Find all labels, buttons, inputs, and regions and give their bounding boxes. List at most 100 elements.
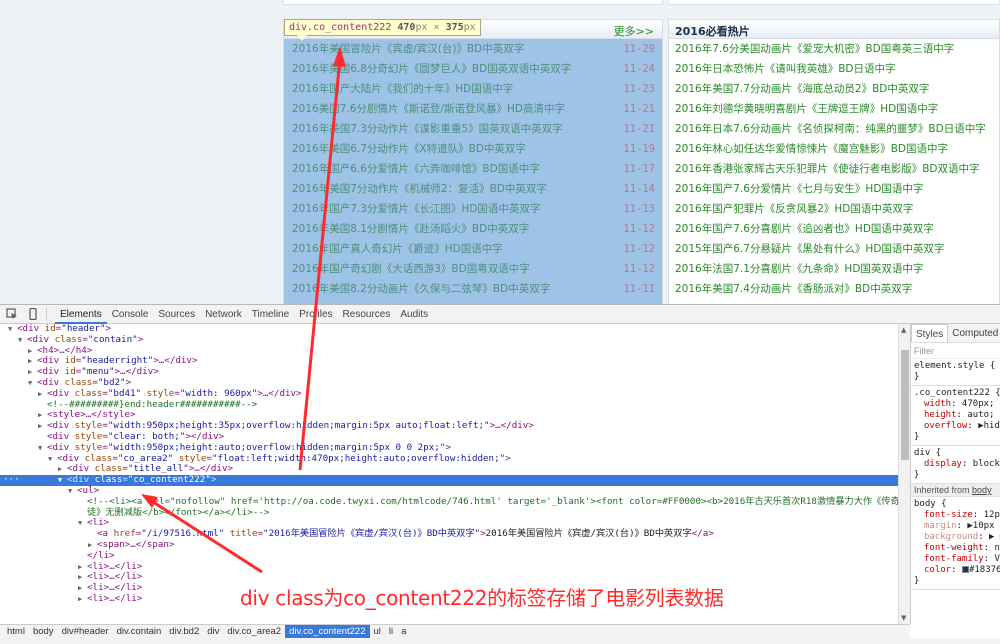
device-mode-icon[interactable] xyxy=(27,307,39,321)
breadcrumb-item[interactable]: div xyxy=(203,625,223,638)
movie-link[interactable]: 2016年国产真人奇幻片《爵迹》HD国语中字 xyxy=(292,243,503,255)
collapse-triangle-icon[interactable]: ▶ xyxy=(78,583,87,594)
hot-movie-link[interactable]: 2016年日本7.6分动画片《名侦探柯南：纯黑的噩梦》BD日语中字 xyxy=(675,123,986,135)
collapse-triangle-icon[interactable]: ▶ xyxy=(78,594,87,605)
tab-network[interactable]: Network xyxy=(200,305,247,324)
breadcrumb-item[interactable]: div.co_content222 xyxy=(285,625,370,638)
style-property[interactable]: font-size: 12px; xyxy=(914,510,1000,521)
hot-movie-link[interactable]: 2015年国产6.7分悬疑片《黑处有什么》HD国语中英双字 xyxy=(675,243,944,255)
collapse-triangle-icon[interactable]: ▶ xyxy=(28,367,37,378)
expand-triangle-icon[interactable]: ▼ xyxy=(48,454,57,465)
expand-triangle-icon[interactable]: ▼ xyxy=(28,378,37,389)
style-property[interactable]: font-family: Verdana; xyxy=(914,554,1000,565)
breadcrumb-item[interactable]: div.co_area2 xyxy=(223,625,285,638)
dom-node[interactable]: ▶ <span>…</span> xyxy=(0,539,898,551)
hot-movie-link[interactable]: 2016年美国7.7分动画片《海底总动员2》BD中英双字 xyxy=(675,83,929,95)
tab-console[interactable]: Console xyxy=(107,305,154,324)
more-link[interactable]: 更多>> xyxy=(614,23,654,39)
hot-movie-link[interactable]: 2016年日本恐怖片《请叫我英雄》BD日语中字 xyxy=(675,63,896,75)
style-property[interactable]: background: ▶ □ ; xyxy=(914,532,1000,543)
hot-movie-link[interactable]: 2016年7.6分美国动画片《爱宠大机密》BD国粤英三语中字 xyxy=(675,43,954,55)
styles-filter-input[interactable]: Filter xyxy=(911,343,1000,359)
style-property[interactable]: font-weight: normal; xyxy=(914,543,1000,554)
hot-movie-link[interactable]: 2016年法国7.1分喜剧片《九条命》HD国英双语中字 xyxy=(675,263,923,275)
dom-node[interactable]: ▼ <div class="contain"> xyxy=(0,334,898,346)
tab-profiles[interactable]: Profiles xyxy=(294,305,337,324)
color-swatch-icon[interactable] xyxy=(961,566,969,573)
style-property[interactable]: margin: ▶10px 0; xyxy=(914,521,1000,532)
hot-movie-link[interactable]: 2016年林心如任达华爱情惊悚片《魔宫魅影》BD国语中字 xyxy=(675,143,948,155)
breadcrumb-item[interactable]: li xyxy=(385,625,397,638)
tab-computed[interactable]: Computed xyxy=(948,324,1000,342)
dom-token: "width:950px;height:35px;overflow:hidden… xyxy=(107,420,490,432)
breadcrumb-item[interactable]: a xyxy=(397,625,410,638)
hot-movie-link[interactable]: 2016年国产7.6分爱情片《七月与安生》HD国语中字 xyxy=(675,183,923,195)
collapse-triangle-icon[interactable]: ▶ xyxy=(28,346,37,357)
tab-elements[interactable]: Elements xyxy=(55,305,107,324)
movie-link[interactable]: 2016年国产大陆片《我们的十年》HD国语中字 xyxy=(292,83,513,95)
breadcrumb-item[interactable]: ul xyxy=(370,625,385,638)
breadcrumb-item[interactable]: html xyxy=(3,625,29,638)
movie-link[interactable]: 2016年国产奇幻剧《大话西游3》BD国粤双语中字 xyxy=(292,263,530,275)
tab-resources[interactable]: Resources xyxy=(338,305,396,324)
expand-triangle-icon[interactable]: ▼ xyxy=(58,475,67,486)
scroll-down-icon[interactable]: ▼ xyxy=(901,614,906,622)
movie-link[interactable]: 2016年美国6.7分动作片《X特遣队》BD中英双字 xyxy=(292,143,526,155)
inherited-from-link[interactable]: body xyxy=(972,485,992,495)
property-value: : ▶hidden; xyxy=(967,421,1000,431)
breadcrumb-item[interactable]: div#header xyxy=(58,625,113,638)
hot-movie-link[interactable]: 2016年国产7.6分喜剧片《追凶者也》HD国语中英双字 xyxy=(675,223,934,235)
movie-link[interactable]: 2016美国7.6分剧情片《斯诺登/斯诺登风暴》HD高清中字 xyxy=(292,103,565,115)
expand-triangle-icon[interactable]: ▼ xyxy=(78,518,87,529)
dom-node-selected[interactable]: ··· ▼ <div class="co_content222"> xyxy=(0,474,898,486)
collapse-triangle-icon[interactable]: ▶ xyxy=(38,389,47,400)
hot-movie-link[interactable]: 2016年香港张家辉古天乐犯罪片《使徒行者电影版》BD双语中字 xyxy=(675,163,980,175)
collapse-triangle-icon[interactable]: ▶ xyxy=(28,356,37,367)
inspect-element-icon[interactable] xyxy=(6,308,18,320)
expand-triangle-icon[interactable]: ▼ xyxy=(38,443,47,454)
expand-triangle-icon[interactable]: ▼ xyxy=(18,335,27,346)
separator: : xyxy=(978,532,990,542)
breadcrumb-item[interactable]: div.bd2 xyxy=(165,625,203,638)
collapse-triangle-icon[interactable]: ▶ xyxy=(38,410,47,421)
movie-link[interactable]: 2016年美国6.8分奇幻片《圆梦巨人》BD国英双语中英双字 xyxy=(292,63,571,75)
style-property[interactable]: width: 470px; xyxy=(914,399,997,410)
hot-movie-link[interactable]: 2016年美国7.4分动画片《香肠派对》BD中英双字 xyxy=(675,283,912,295)
dom-node[interactable]: ▶ <div id="menu">…</div> xyxy=(0,366,898,378)
movie-date: 11-21 xyxy=(623,123,655,135)
movie-link[interactable]: 2016年国产7.3分爱情片《长江图》HD国语中英双字 xyxy=(292,203,540,215)
collapse-triangle-icon[interactable]: ▶ xyxy=(38,421,47,432)
collapse-triangle-icon[interactable]: ▶ xyxy=(58,464,67,475)
tab-styles[interactable]: Styles xyxy=(911,324,949,342)
breadcrumb-item[interactable]: body xyxy=(29,625,58,638)
style-property[interactable]: color: #183768; xyxy=(914,565,1000,576)
more-icon[interactable]: ··· xyxy=(3,474,20,486)
hot-movie-link[interactable]: 2016年刘德华黄晓明喜剧片《王牌逗王牌》HD国语中字 xyxy=(675,103,938,115)
hot-movie-link[interactable]: 2016年国产犯罪片《反贪风暴2》HD国语中英双字 xyxy=(675,203,913,215)
property-value: ▶ □ ; xyxy=(989,532,1000,542)
style-property[interactable]: overflow: ▶hidden; xyxy=(914,421,1000,432)
collapse-triangle-icon[interactable]: ▶ xyxy=(78,572,87,583)
movie-link[interactable]: 2016年美国冒险片《宾虚/宾汉(台)》BD中英双字 xyxy=(292,43,524,55)
movie-link[interactable]: 2016年美国8.2分动画片《久保与二弦琴》BD中英双字 xyxy=(292,283,550,295)
elements-scrollbar[interactable]: ▲ ▼ xyxy=(898,324,910,624)
movie-link[interactable]: 2016年美国7分动作片《机械师2：复活》BD中英双字 xyxy=(292,183,547,195)
style-property[interactable]: height: auto; xyxy=(914,410,997,421)
list-item: 2016年美国7分动作片《机械师2：复活》BD中英双字 11-14 xyxy=(284,179,662,199)
movie-link[interactable]: 2016年国产6.6分爱情片《六弄咖啡馆》BD国语中字 xyxy=(292,163,540,175)
scrollbar-thumb[interactable] xyxy=(901,350,909,460)
scroll-up-icon[interactable]: ▲ xyxy=(901,326,906,334)
dom-node[interactable]: 徒》无删减版</b></font></a></li>--> xyxy=(0,507,898,519)
panel-title: 2016必看热片 xyxy=(675,25,750,38)
expand-triangle-icon[interactable]: ▼ xyxy=(68,486,77,497)
collapse-triangle-icon[interactable]: ▶ xyxy=(78,562,87,573)
breadcrumb-item[interactable]: div.contain xyxy=(113,625,166,638)
movie-link[interactable]: 2016年美国7.3分动作片《谍影重重5》国英双语中英双字 xyxy=(292,123,563,135)
style-property[interactable]: display: block; xyxy=(914,459,1000,470)
tab-sources[interactable]: Sources xyxy=(153,305,200,324)
tab-timeline[interactable]: Timeline xyxy=(247,305,294,324)
expand-triangle-icon[interactable]: ▼ xyxy=(8,324,17,335)
movie-link[interactable]: 2016年美国8.1分剧情片《赴汤蹈火》BD中英双字 xyxy=(292,223,529,235)
property-value: : auto; xyxy=(956,410,995,420)
tab-audits[interactable]: Audits xyxy=(395,305,433,324)
